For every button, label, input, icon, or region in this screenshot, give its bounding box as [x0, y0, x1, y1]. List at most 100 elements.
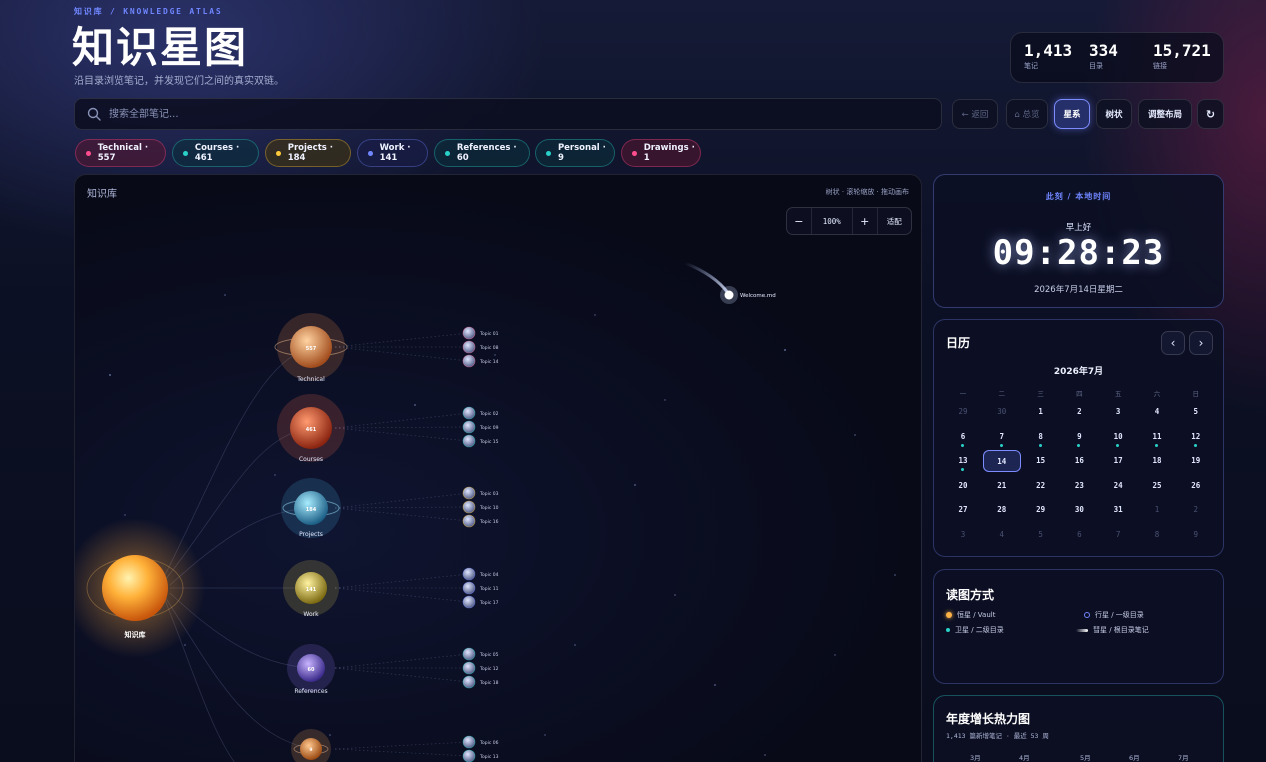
category-chip-courses[interactable]: Courses · 461	[172, 139, 259, 167]
overview-button[interactable]: ⌂ 总览	[1006, 99, 1048, 129]
calendar-day[interactable]: 6	[1060, 524, 1098, 546]
planet-work[interactable]: 141 Work	[283, 560, 339, 618]
category-chip-technical[interactable]: Technical · 557	[75, 139, 166, 167]
galaxy-canvas[interactable]: Welcome.md 知识库 557 Technical 461 Courses…	[75, 175, 922, 762]
satellite-moon[interactable]: Topic 06	[462, 735, 499, 749]
satellite-moon[interactable]: Topic 15	[462, 434, 499, 448]
day-number: 1	[1038, 407, 1043, 416]
heatmap-summary: 1,413 篇新增笔记 · 最近 53 周	[946, 732, 1049, 740]
satellite-moon[interactable]: Topic 10	[462, 500, 499, 514]
satellite-moon[interactable]: Topic 16	[462, 514, 499, 528]
clock-caption: 此刻 / 本地时间	[1045, 192, 1112, 201]
heatmap-month: 5月	[1080, 754, 1091, 762]
planet-courses[interactable]: 461 Courses	[277, 394, 345, 463]
day-number: 29	[958, 407, 968, 416]
satellite-moon[interactable]: Topic 11	[462, 581, 499, 595]
calendar-day[interactable]: 5	[1177, 401, 1215, 423]
calendar-day[interactable]: 2	[1060, 401, 1098, 423]
calendar-day[interactable]: 30	[1060, 499, 1098, 521]
calendar-day[interactable]: 13	[944, 450, 982, 472]
adjust-layout-button[interactable]: 调整布局	[1138, 99, 1192, 129]
category-chip-personal[interactable]: Personal · 9	[535, 139, 615, 167]
calendar-day[interactable]: 7	[983, 426, 1021, 448]
calendar-day[interactable]: 4	[1138, 401, 1176, 423]
planet-projects[interactable]: 184 Projects	[281, 478, 341, 538]
zoom-in-button[interactable]: +	[853, 208, 878, 234]
category-chip-drawings[interactable]: Drawings · 1	[621, 139, 701, 167]
calendar-day[interactable]: 29	[944, 401, 982, 423]
satellite-moon[interactable]: Topic 05	[462, 647, 499, 661]
zoom-out-button[interactable]: −	[787, 208, 812, 234]
calendar-day[interactable]: 24	[1099, 475, 1137, 497]
calendar-day[interactable]: 16	[1060, 450, 1098, 472]
search-input[interactable]	[109, 99, 929, 129]
satellite-moon[interactable]: Topic 14	[462, 354, 499, 368]
calendar-day[interactable]: 11	[1138, 426, 1176, 448]
tree-view-button[interactable]: 树状	[1096, 99, 1132, 129]
calendar-day[interactable]: 15	[1022, 450, 1060, 472]
search-bar[interactable]	[74, 98, 942, 130]
planet-personal[interactable]: 9	[291, 729, 331, 762]
calendar-day[interactable]: 19	[1177, 450, 1215, 472]
satellite-moon[interactable]: Topic 08	[462, 340, 499, 354]
calendar-day[interactable]: 12	[1177, 426, 1215, 448]
calendar-day[interactable]: 10	[1099, 426, 1137, 448]
category-chip-references[interactable]: References · 60	[434, 139, 530, 167]
calendar-day[interactable]: 17	[1099, 450, 1137, 472]
calendar-day[interactable]: 1	[1138, 499, 1176, 521]
satellite-moon[interactable]: Topic 12	[462, 661, 499, 675]
satellite-moon[interactable]: Topic 03	[462, 486, 499, 500]
satellites[interactable]: Topic 01 Topic 08 Topic 14 Topic 02 Topi…	[462, 326, 499, 762]
calendar-day[interactable]: 23	[1060, 475, 1098, 497]
stat-label: 笔记	[1024, 62, 1038, 70]
chip-label: Drawings · 1	[643, 143, 695, 163]
calendar-day[interactable]: 7	[1099, 524, 1137, 546]
calendar-day[interactable]: 3	[944, 524, 982, 546]
satellite-label: Topic 14	[479, 359, 499, 365]
calendar-day[interactable]: 30	[983, 401, 1021, 423]
satellite-moon[interactable]: Topic 04	[462, 567, 499, 581]
category-chip-work[interactable]: Work · 141	[357, 139, 428, 167]
satellite-moon[interactable]: Topic 17	[462, 595, 499, 609]
satellite-moon[interactable]: Topic 18	[462, 675, 499, 689]
calendar-day[interactable]: 21	[983, 475, 1021, 497]
calendar-day[interactable]: 1	[1022, 401, 1060, 423]
calendar-day[interactable]: 8	[1022, 426, 1060, 448]
sun-vault[interactable]: 知识库	[75, 518, 205, 658]
calendar-day[interactable]: 28	[983, 499, 1021, 521]
back-button[interactable]: ← 返回	[952, 99, 998, 129]
zoom-controls: − 100% + 适配	[786, 207, 912, 235]
calendar-day[interactable]: 22	[1022, 475, 1060, 497]
calendar-day[interactable]: 9	[1177, 524, 1215, 546]
satellite-moon[interactable]: Topic 01	[462, 326, 499, 340]
fit-button[interactable]: 适配	[878, 208, 911, 234]
calendar-day[interactable]: 29	[1022, 499, 1060, 521]
satellite-moon[interactable]: Topic 09	[462, 420, 499, 434]
calendar-day[interactable]: 18	[1138, 450, 1176, 472]
next-month-button[interactable]: ›	[1189, 331, 1213, 355]
calendar-day[interactable]: 9	[1060, 426, 1098, 448]
calendar-day[interactable]: 26	[1177, 475, 1215, 497]
calendar-day[interactable]: 4	[983, 524, 1021, 546]
calendar-day-today[interactable]: 14	[982, 450, 1021, 473]
galaxy-map-panel[interactable]: Welcome.md 知识库 557 Technical 461 Courses…	[74, 174, 922, 762]
refresh-button[interactable]: ↻	[1197, 99, 1224, 129]
planet-references[interactable]: 60 References	[287, 644, 335, 695]
calendar-day[interactable]: 27	[944, 499, 982, 521]
calendar-day[interactable]: 31	[1099, 499, 1137, 521]
prev-month-button[interactable]: ‹	[1161, 331, 1185, 355]
satellite-moon[interactable]: Topic 02	[462, 406, 499, 420]
calendar-day[interactable]: 5	[1022, 524, 1060, 546]
day-number: 31	[1113, 505, 1123, 515]
calendar-day[interactable]: 8	[1138, 524, 1176, 546]
comet-welcome[interactable]: Welcome.md	[683, 261, 776, 304]
calendar-day[interactable]: 6	[944, 426, 982, 448]
planet-technical[interactable]: 557 Technical	[274, 313, 348, 383]
category-chip-projects[interactable]: Projects · 184	[265, 139, 351, 167]
satellite-moon[interactable]: Topic 13	[462, 749, 499, 762]
calendar-day[interactable]: 20	[944, 475, 982, 497]
galaxy-view-button[interactable]: 星系	[1054, 99, 1090, 129]
calendar-day[interactable]: 25	[1138, 475, 1176, 497]
calendar-day[interactable]: 3	[1099, 401, 1137, 423]
calendar-day[interactable]: 2	[1177, 499, 1215, 521]
